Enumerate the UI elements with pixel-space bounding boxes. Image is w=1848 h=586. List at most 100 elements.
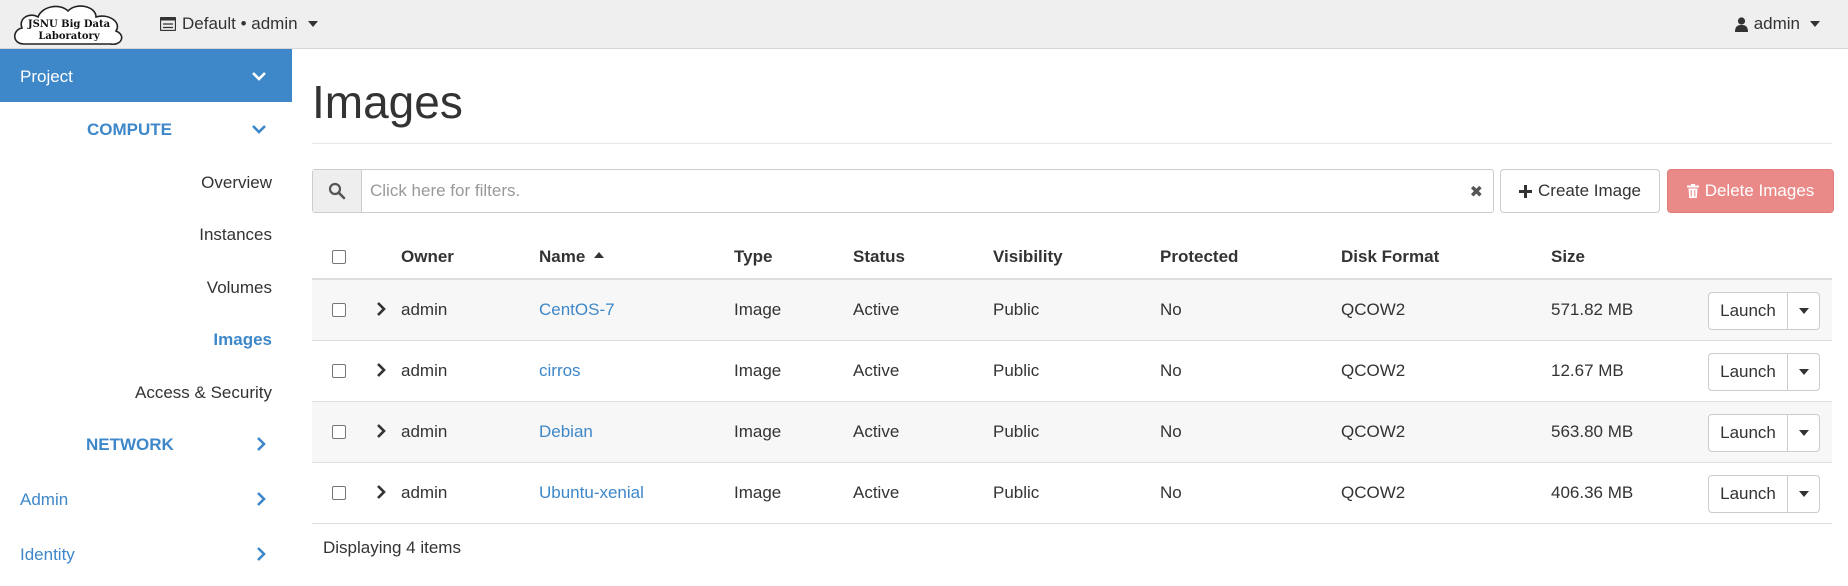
table-footer: Displaying 4 items: [312, 524, 1832, 570]
chevron-right-icon[interactable]: [253, 436, 269, 452]
column-status[interactable]: Status: [853, 247, 905, 267]
column-name[interactable]: Name: [539, 247, 605, 267]
chevron-right-icon[interactable]: [253, 491, 269, 507]
sidebar-item-access-security[interactable]: Access & Security: [135, 383, 272, 403]
row-checkbox[interactable]: [332, 486, 346, 500]
row-checkbox[interactable]: [332, 425, 346, 439]
cell-visibility: Public: [993, 483, 1040, 502]
sidebar-network-label: NETWORK: [86, 435, 174, 454]
create-image-button[interactable]: Create Image: [1500, 169, 1660, 213]
brand-logo[interactable]: JSNU Big Data Laboratory: [10, 0, 128, 48]
logo-text-2: Laboratory: [38, 31, 100, 42]
page-title: Images: [312, 76, 463, 128]
launch-button-group: Launch: [1708, 475, 1820, 513]
cell-protected: No: [1160, 483, 1182, 502]
chevron-right-icon[interactable]: [253, 546, 269, 562]
column-protected[interactable]: Protected: [1160, 247, 1238, 267]
images-table: Owner Name Type Status Visibility Protec…: [312, 234, 1832, 570]
caret-down-icon: [1798, 369, 1809, 375]
cell-disk-format: QCOW2: [1341, 422, 1406, 441]
sidebar-panel-network[interactable]: NETWORK: [86, 435, 174, 455]
sidebar-dashboard-project[interactable]: Project: [0, 49, 292, 102]
cell-visibility: Public: [993, 422, 1040, 441]
filter-bar: ✖: [312, 169, 1494, 213]
delete-images-button[interactable]: Delete Images: [1667, 169, 1834, 213]
column-owner[interactable]: Owner: [401, 247, 454, 267]
row-checkbox[interactable]: [332, 364, 346, 378]
delete-images-label: Delete Images: [1704, 181, 1815, 200]
cell-owner: admin: [401, 483, 448, 502]
chevron-down-icon[interactable]: [251, 121, 267, 137]
image-name-link[interactable]: cirros: [539, 361, 581, 381]
row-actions-dropdown[interactable]: [1788, 353, 1820, 391]
filter-input[interactable]: [370, 170, 1460, 212]
sidebar-item-images[interactable]: Images: [213, 330, 272, 350]
user-menu-label: admin: [1753, 14, 1800, 33]
caret-down-icon: [1798, 491, 1809, 497]
table-header: Owner Name Type Status Visibility Protec…: [312, 234, 1832, 280]
sidebar-item-volumes[interactable]: Volumes: [207, 278, 272, 298]
launch-button[interactable]: Launch: [1708, 414, 1788, 452]
cell-visibility: Public: [993, 300, 1040, 319]
select-all-checkbox[interactable]: [332, 250, 346, 264]
cell-size: 12.67 MB: [1551, 361, 1624, 380]
cell-disk-format: QCOW2: [1341, 300, 1406, 319]
column-disk-format[interactable]: Disk Format: [1341, 247, 1439, 267]
logo-text-1: JSNU Big Data: [27, 19, 111, 30]
sidebar-item-instances[interactable]: Instances: [199, 225, 272, 245]
trash-icon: [1686, 184, 1699, 198]
project-picker[interactable]: Default • admin: [160, 14, 318, 34]
column-type[interactable]: Type: [734, 247, 772, 267]
sidebar-item-overview[interactable]: Overview: [201, 173, 272, 193]
cell-owner: admin: [401, 361, 448, 380]
column-visibility[interactable]: Visibility: [993, 247, 1063, 267]
filter-search-addon: [313, 170, 362, 212]
caret-down-icon: [307, 21, 318, 27]
clear-filter-icon[interactable]: ✖: [1470, 182, 1483, 202]
chevron-right-icon[interactable]: [374, 483, 388, 501]
image-name-link[interactable]: Ubuntu-xenial: [539, 483, 644, 503]
sidebar-project-label: Project: [20, 67, 73, 86]
search-icon: [328, 182, 346, 200]
cell-status: Active: [853, 300, 900, 319]
table-row: admin Debian Image Active Public No QCOW…: [312, 402, 1832, 463]
cell-status: Active: [853, 483, 900, 502]
row-actions-dropdown[interactable]: [1788, 475, 1820, 513]
sidebar-dashboard-admin[interactable]: Admin: [20, 490, 68, 510]
create-image-label: Create Image: [1538, 181, 1641, 200]
table-row: admin CentOS-7 Image Active Public No QC…: [312, 280, 1832, 341]
image-name-link[interactable]: CentOS-7: [539, 300, 615, 320]
cell-disk-format: QCOW2: [1341, 483, 1406, 502]
cell-size: 563.80 MB: [1551, 422, 1634, 441]
cell-status: Active: [853, 361, 900, 380]
row-actions-dropdown[interactable]: [1788, 292, 1820, 330]
chevron-down-icon: [252, 72, 266, 81]
launch-button-group: Launch: [1708, 292, 1820, 330]
caret-down-icon: [1798, 430, 1809, 436]
sidebar: Project COMPUTE Overview Instances Volum…: [0, 49, 292, 586]
cell-type: Image: [734, 300, 782, 319]
row-actions-dropdown[interactable]: [1788, 414, 1820, 452]
caret-down-icon: [1798, 308, 1809, 314]
launch-button[interactable]: Launch: [1708, 353, 1788, 391]
row-checkbox[interactable]: [332, 303, 346, 317]
sidebar-panel-compute[interactable]: COMPUTE: [87, 120, 172, 140]
caret-down-icon: [1810, 21, 1820, 27]
cell-size: 406.36 MB: [1551, 483, 1634, 502]
column-size[interactable]: Size: [1551, 247, 1585, 267]
user-menu[interactable]: admin: [1734, 14, 1820, 34]
sidebar-dashboard-identity[interactable]: Identity: [20, 545, 75, 565]
cell-owner: admin: [401, 422, 448, 441]
chevron-right-icon[interactable]: [374, 361, 388, 379]
title-divider: [312, 143, 1832, 144]
image-name-link[interactable]: Debian: [539, 422, 593, 442]
cell-protected: No: [1160, 300, 1182, 319]
launch-button[interactable]: Launch: [1708, 475, 1788, 513]
project-list-icon: [160, 17, 176, 31]
chevron-right-icon[interactable]: [374, 422, 388, 440]
chevron-right-icon[interactable]: [374, 300, 388, 318]
cell-size: 571.82 MB: [1551, 300, 1634, 319]
launch-button[interactable]: Launch: [1708, 292, 1788, 330]
cell-visibility: Public: [993, 361, 1040, 380]
plus-icon: [1519, 184, 1532, 198]
